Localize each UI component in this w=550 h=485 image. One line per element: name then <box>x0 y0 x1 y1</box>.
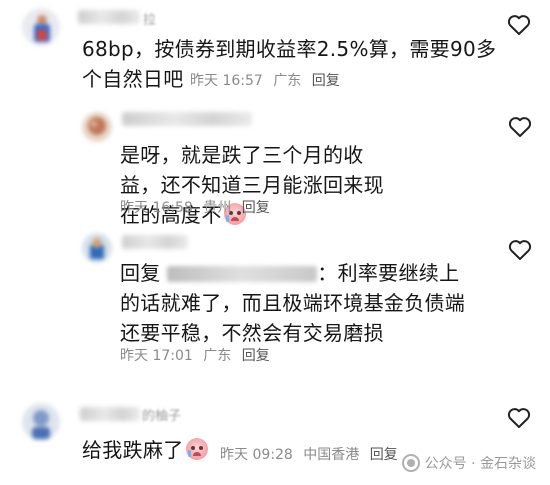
comment-meta: 昨天 17:01 广东 回复 <box>120 345 276 365</box>
username-redacted <box>122 235 188 249</box>
avatar[interactable] <box>22 403 60 441</box>
heart-outline-icon[interactable] <box>507 407 531 429</box>
comment-text: 回复 ：利率要继续上 的话就难了，而且极端环境基金负债端 还要平稳，不然会有交易… <box>120 258 500 348</box>
username-suffix: 拉 <box>143 13 157 28</box>
avatar[interactable] <box>22 8 60 46</box>
comment-1: 拉 68bp，按债券到期收益率2.5%算，需要90多个自然日吧 昨天 16:57… <box>0 0 550 100</box>
crying-face-emoji <box>185 438 208 460</box>
comment-text-line3: 还要平稳，不然会有交易磨损 <box>120 321 384 345</box>
comment-time: 昨天 17:01 <box>120 348 193 364</box>
comment-location: 贵州 <box>203 200 232 216</box>
comment-time: 昨天 09:28 <box>220 447 293 463</box>
comment-text-body: 给我跌麻了 <box>82 438 184 462</box>
comment-location: 广东 <box>203 348 232 364</box>
reply-button[interactable]: 回复 <box>242 348 270 364</box>
comment-3: 回复 ：利率要继续上 的话就难了，而且极端环境基金负债端 还要平稳，不然会有交易… <box>0 225 550 375</box>
comment-text: 给我跌麻了 <box>82 435 222 465</box>
comment-2: 是呀，就是跌了三个月的收益，还不知道三月能涨回来现在的高度不 昨天 16:58 … <box>0 100 550 227</box>
comment-location: 广东 <box>273 73 302 89</box>
comment-text-line2: 的话就难了，而且极端环境基金负债端 <box>120 291 466 315</box>
reply-prefix: 回复 <box>120 261 161 285</box>
comment-line-1: 回复 ：利率要继续上 <box>120 258 500 288</box>
username-redacted <box>80 407 140 421</box>
reply-button[interactable]: 回复 <box>312 73 340 89</box>
wechat-official-account-icon <box>401 454 420 472</box>
comment-meta: 昨天 16:57 广东 回复 <box>190 70 346 90</box>
heart-outline-icon[interactable] <box>508 116 532 138</box>
username-redacted <box>78 10 140 24</box>
watermark-text: 公众号 · 金石杂谈 <box>424 456 536 472</box>
reply-button[interactable]: 回复 <box>370 447 398 463</box>
avatar[interactable] <box>82 233 112 263</box>
comment-location: 中国香港 <box>303 447 360 463</box>
avatar[interactable] <box>82 112 112 142</box>
reply-target-redacted[interactable] <box>167 266 318 282</box>
comment-time: 昨天 16:58 <box>120 200 193 216</box>
watermark: 公众号 · 金石杂谈 <box>401 453 536 473</box>
reply-button[interactable]: 回复 <box>242 200 270 216</box>
comment-meta: 昨天 09:28 中国香港 回复 <box>220 444 404 464</box>
comment-text-line1: ：利率要继续上 <box>317 261 460 285</box>
heart-outline-icon[interactable] <box>507 14 531 36</box>
username-suffix: 的柚子 <box>142 409 182 424</box>
username-redacted <box>122 112 252 126</box>
comment-meta: 昨天 16:58 贵州 回复 <box>120 197 276 217</box>
heart-outline-icon[interactable] <box>508 239 532 261</box>
comment-time: 昨天 16:57 <box>190 73 263 89</box>
